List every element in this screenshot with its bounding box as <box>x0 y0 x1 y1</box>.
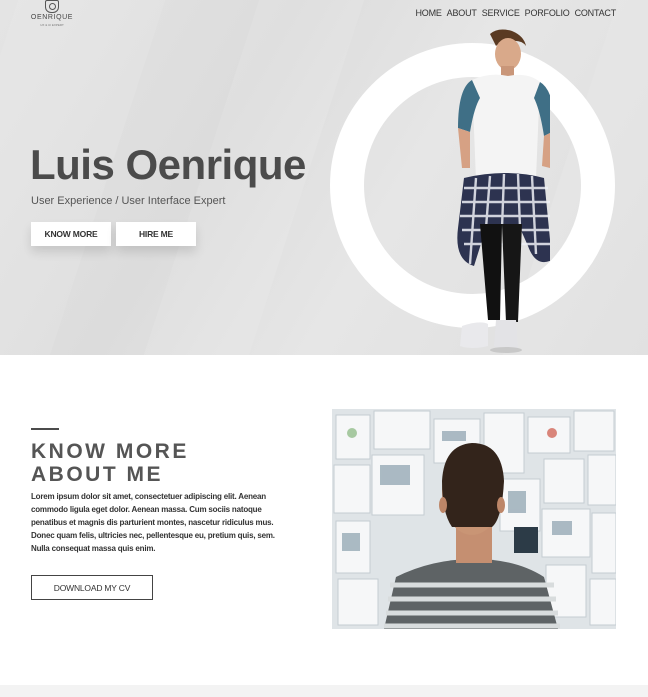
about-accent-line <box>31 428 59 430</box>
next-section-edge <box>0 685 648 697</box>
logo-tagline: UX & UI EXPERT <box>40 23 64 27</box>
nav-item-portfolio[interactable]: PORFOLIO <box>525 8 570 18</box>
hero-portrait <box>457 29 550 353</box>
nav-item-service[interactable]: SERVICE <box>482 8 520 18</box>
know-more-button[interactable]: KNOW MORE <box>31 222 111 246</box>
hero-section: OENRIQUE UX & UI EXPERT HOME ABOUT SERVI… <box>0 0 648 355</box>
hero-name: Luis Oenrique <box>30 141 306 188</box>
about-body: Lorem ipsum dolor sit amet, consectetuer… <box>31 492 275 553</box>
logo[interactable]: OENRIQUE UX & UI EXPERT <box>28 0 76 27</box>
about-title-line1: KNOW MORE <box>31 440 189 463</box>
logo-mark-icon <box>45 0 59 13</box>
nav-item-about[interactable]: ABOUT <box>447 8 477 18</box>
hero-subtitle: User Experience / User Interface Expert <box>31 195 226 207</box>
nav-item-home[interactable]: HOME <box>415 8 441 18</box>
logo-text: OENRIQUE <box>30 14 74 21</box>
download-cv-button[interactable]: DOWNLOAD MY CV <box>31 575 153 600</box>
about-title: KNOW MORE ABOUT ME <box>31 440 189 486</box>
hire-me-button[interactable]: HIRE ME <box>116 222 196 246</box>
about-title-line2: ABOUT ME <box>31 463 163 486</box>
nav-item-contact[interactable]: CONTACT <box>575 8 617 18</box>
about-photo <box>332 409 616 629</box>
main-nav: HOME ABOUT SERVICE PORFOLIO CONTACT <box>415 8 616 18</box>
